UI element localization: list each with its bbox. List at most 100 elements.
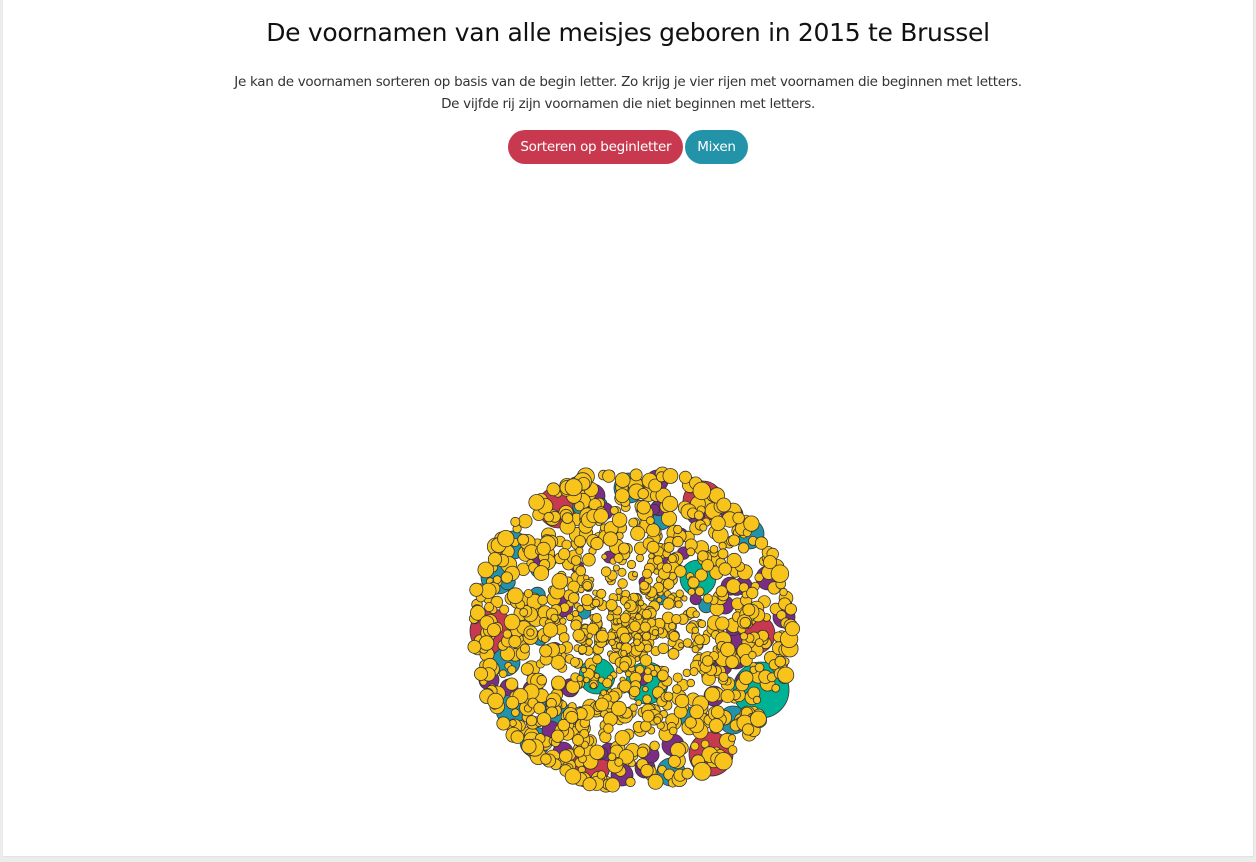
name-bubble[interactable]	[738, 670, 754, 685]
name-bubble[interactable]	[570, 555, 582, 566]
name-bubble[interactable]	[672, 535, 684, 548]
name-bubble[interactable]	[754, 638, 764, 647]
name-bubble[interactable]	[589, 744, 605, 761]
name-bubble[interactable]	[519, 643, 531, 654]
name-bubble[interactable]	[619, 612, 631, 624]
name-bubble[interactable]	[640, 763, 654, 778]
name-bubble[interactable]	[689, 704, 704, 720]
name-bubble[interactable]	[743, 515, 760, 532]
name-bubble[interactable]	[592, 654, 603, 665]
name-bubble[interactable]	[642, 568, 653, 579]
name-bubble[interactable]	[727, 745, 738, 755]
name-bubble[interactable]	[569, 657, 580, 668]
name-bubble[interactable]	[650, 669, 658, 677]
name-bubble[interactable]	[675, 589, 684, 598]
name-bubble[interactable]	[628, 685, 641, 698]
name-bubble[interactable]	[694, 634, 705, 646]
name-bubble[interactable]	[699, 523, 708, 532]
name-bubble[interactable]	[739, 616, 752, 629]
name-bubble[interactable]	[686, 678, 695, 688]
name-bubble[interactable]	[710, 515, 726, 532]
name-bubble[interactable]	[618, 542, 631, 555]
name-bubble[interactable]	[619, 632, 631, 644]
name-bubble[interactable]	[642, 685, 649, 693]
name-bubble[interactable]	[525, 715, 538, 727]
name-bubble[interactable]	[572, 734, 584, 746]
name-bubble[interactable]	[617, 578, 628, 589]
name-bubble[interactable]	[582, 777, 597, 792]
name-bubble[interactable]	[636, 746, 649, 759]
name-bubble[interactable]	[686, 547, 696, 557]
name-bubble[interactable]	[784, 603, 798, 616]
name-bubble[interactable]	[508, 635, 522, 649]
name-bubble[interactable]	[701, 558, 714, 572]
name-bubble[interactable]	[661, 495, 679, 512]
name-bubble[interactable]	[657, 642, 670, 655]
name-bubble[interactable]	[469, 582, 484, 597]
name-bubble[interactable]	[663, 691, 674, 702]
name-bubble[interactable]	[640, 720, 652, 732]
name-bubble[interactable]	[568, 592, 580, 604]
name-bubble[interactable]	[593, 508, 609, 524]
name-bubble[interactable]	[497, 529, 515, 548]
name-bubble[interactable]	[537, 594, 548, 606]
name-bubble[interactable]	[682, 638, 693, 648]
name-bubble[interactable]	[487, 692, 504, 710]
name-bubble[interactable]	[754, 662, 765, 673]
name-bubble[interactable]	[687, 587, 696, 596]
name-bubble[interactable]	[636, 500, 651, 515]
name-bubble[interactable]	[612, 564, 620, 572]
name-bubble[interactable]	[539, 644, 553, 658]
name-bubble[interactable]	[590, 682, 597, 690]
name-bubble[interactable]	[691, 626, 699, 634]
name-bubble[interactable]	[510, 730, 525, 744]
name-bubble[interactable]	[708, 718, 724, 733]
name-bubble[interactable]	[639, 654, 653, 667]
name-bubble[interactable]	[661, 562, 673, 573]
name-bubble[interactable]	[635, 553, 645, 563]
name-bubble[interactable]	[637, 488, 649, 500]
name-bubble[interactable]	[571, 609, 580, 618]
name-bubble[interactable]	[551, 572, 569, 590]
name-bubble[interactable]	[596, 770, 607, 780]
name-bubble[interactable]	[623, 602, 631, 610]
name-bubble[interactable]	[720, 641, 736, 658]
name-bubble[interactable]	[486, 623, 501, 638]
name-bubble[interactable]	[629, 468, 643, 482]
name-bubble[interactable]	[603, 723, 614, 734]
name-bubble[interactable]	[689, 667, 699, 677]
name-bubble[interactable]	[639, 580, 649, 591]
name-bubble[interactable]	[667, 647, 680, 660]
name-bubble[interactable]	[663, 542, 675, 553]
name-bubble[interactable]	[523, 589, 533, 599]
name-bubble[interactable]	[641, 709, 655, 723]
name-bubble[interactable]	[763, 555, 778, 570]
name-bubble[interactable]	[546, 482, 561, 497]
name-bubble[interactable]	[635, 613, 643, 621]
name-bubble[interactable]	[710, 705, 725, 719]
name-bubble[interactable]	[704, 686, 721, 703]
name-bubble[interactable]	[575, 546, 584, 555]
name-bubble[interactable]	[473, 666, 488, 681]
name-bubble[interactable]	[510, 516, 521, 527]
name-bubble[interactable]	[611, 512, 628, 528]
name-bubble[interactable]	[785, 621, 801, 637]
name-bubble[interactable]	[694, 586, 705, 597]
name-bubble[interactable]	[748, 650, 757, 660]
name-bubble[interactable]	[754, 536, 769, 550]
name-bubble[interactable]	[536, 541, 551, 556]
name-bubble[interactable]	[496, 716, 511, 731]
name-bubble[interactable]	[517, 533, 530, 546]
name-bubble[interactable]	[605, 599, 618, 612]
name-bubble[interactable]	[561, 512, 574, 524]
name-bubble[interactable]	[725, 655, 739, 669]
name-bubble[interactable]	[678, 642, 685, 649]
name-bubble[interactable]	[591, 598, 601, 608]
name-bubble[interactable]	[570, 619, 582, 631]
name-bubble[interactable]	[629, 703, 638, 712]
name-bubble[interactable]	[620, 649, 628, 657]
name-bubble[interactable]	[692, 761, 712, 781]
name-bubble[interactable]	[503, 613, 521, 631]
name-bubble[interactable]	[484, 602, 495, 613]
name-bubble[interactable]	[714, 752, 733, 771]
